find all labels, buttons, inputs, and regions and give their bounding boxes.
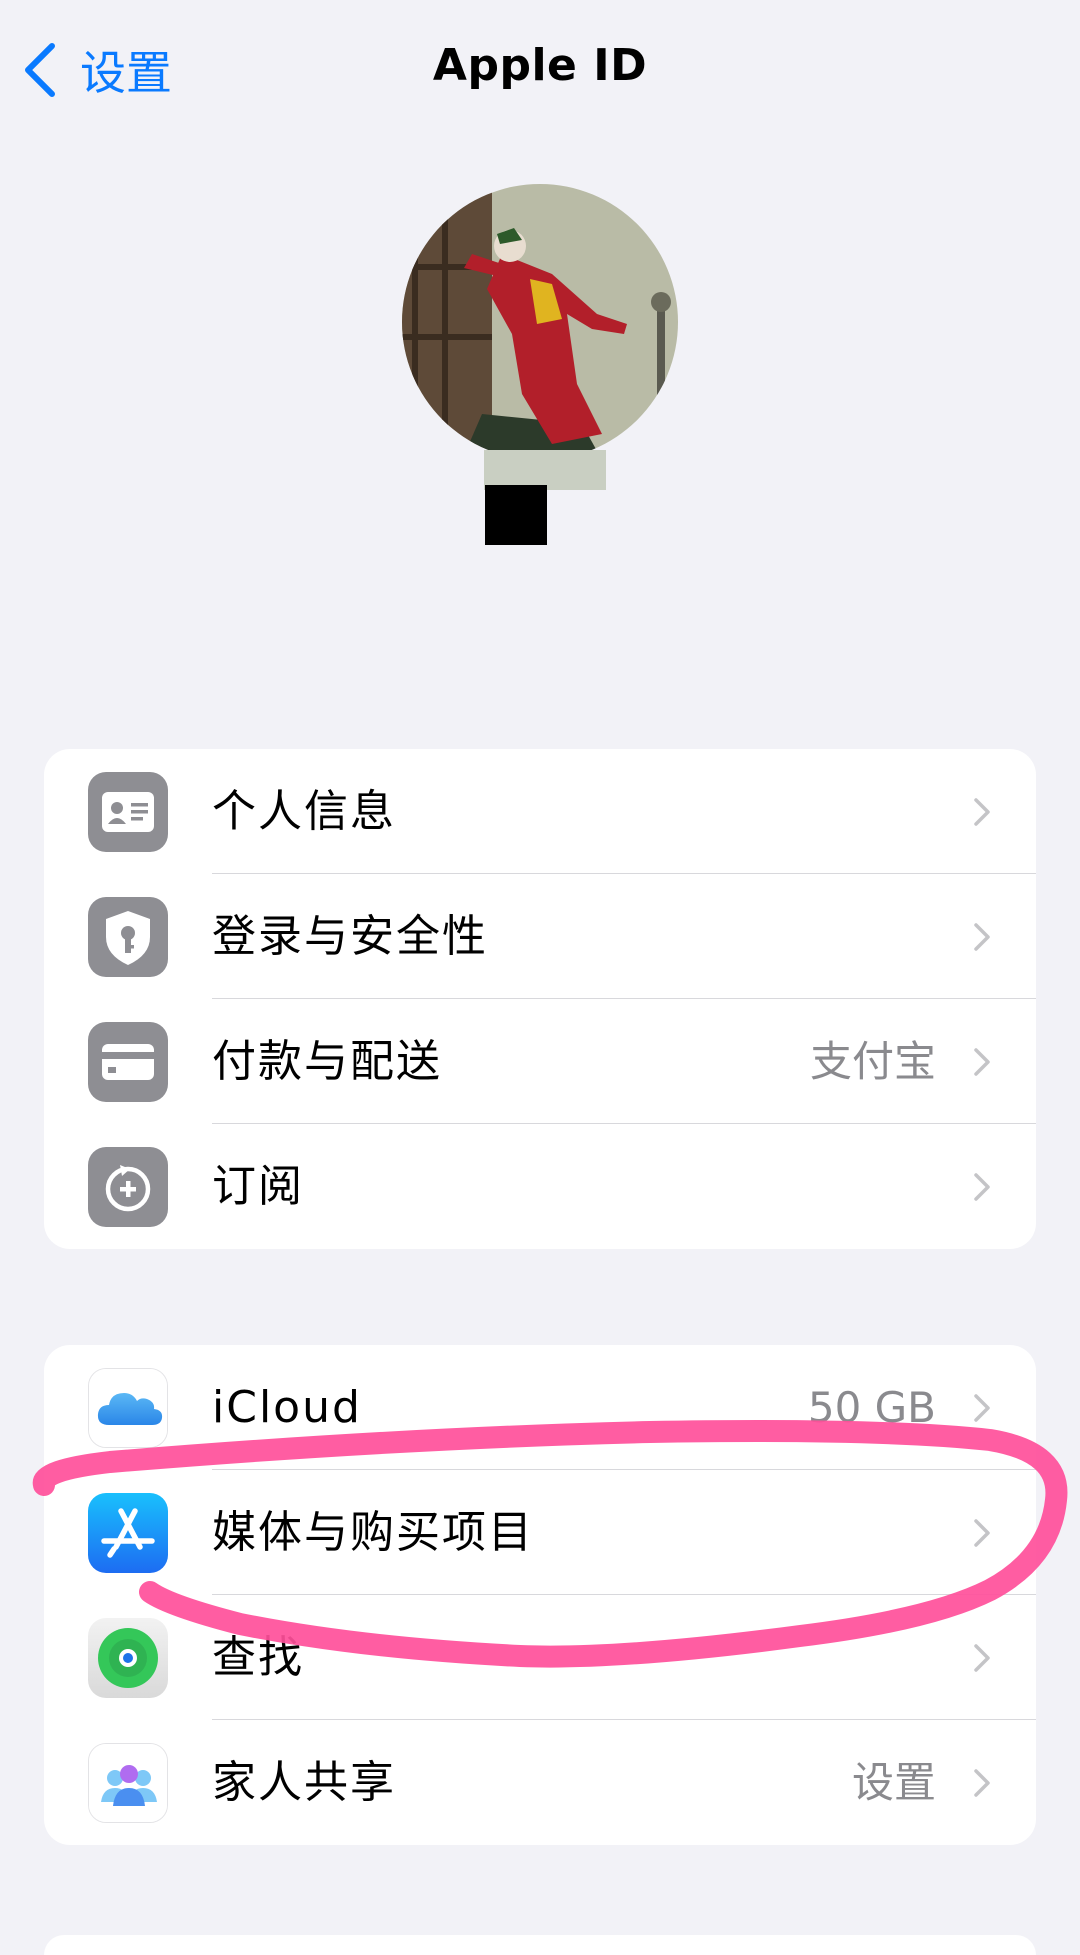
app-store-icon [88, 1493, 168, 1573]
profile-header [0, 180, 1080, 600]
chevron-right-icon [974, 1394, 990, 1422]
chevron-right-icon [974, 923, 990, 951]
row-label: 媒体与购买项目 [212, 1507, 534, 1558]
row-personal-info[interactable]: 个人信息 [44, 749, 1036, 874]
shield-key-icon [88, 897, 168, 977]
redaction-block [484, 450, 606, 490]
row-value: 50 GB [807, 1383, 936, 1432]
row-value: 支付宝 [809, 1037, 936, 1086]
icloud-icon [88, 1368, 168, 1448]
row-value: 设置 [851, 1758, 936, 1807]
row-label: iCloud [212, 1382, 362, 1433]
row-find-my[interactable]: 查找 [44, 1595, 1036, 1720]
services-group: iCloud 50 GB 媒体与购买项目 查找 家人共享 设置 [44, 1345, 1036, 1845]
row-subscriptions[interactable]: 订阅 [44, 1124, 1036, 1249]
row-payment-shipping[interactable]: 付款与配送 支付宝 [44, 999, 1036, 1124]
chevron-right-icon [974, 1173, 990, 1201]
row-label: 付款与配送 [212, 1036, 442, 1087]
chevron-right-icon [974, 1519, 990, 1547]
navigation-bar: 设置 Apple ID [0, 0, 1080, 140]
row-media-purchases[interactable]: 媒体与购买项目 [44, 1470, 1036, 1595]
row-label: 查找 [212, 1632, 304, 1683]
row-label: 家人共享 [212, 1757, 396, 1808]
redaction-block-dark [485, 485, 547, 545]
row-sign-in-security[interactable]: 登录与安全性 [44, 874, 1036, 999]
contact-card-icon [88, 772, 168, 852]
row-icloud[interactable]: iCloud 50 GB [44, 1345, 1036, 1470]
family-sharing-icon [88, 1743, 168, 1823]
page-title: Apple ID [432, 40, 648, 91]
chevron-right-icon [974, 1769, 990, 1797]
row-label: 个人信息 [212, 786, 396, 837]
chevron-right-icon [974, 1644, 990, 1672]
find-my-icon [88, 1618, 168, 1698]
account-settings-group: 个人信息 登录与安全性 付款与配送 支付宝 订阅 [44, 749, 1036, 1249]
avatar[interactable] [402, 184, 678, 460]
subscription-icon [88, 1147, 168, 1227]
row-label: 登录与安全性 [212, 911, 488, 962]
row-family-sharing[interactable]: 家人共享 设置 [44, 1720, 1036, 1845]
next-group-edge [44, 1935, 1036, 1955]
row-label: 订阅 [212, 1161, 304, 1212]
credit-card-icon [88, 1022, 168, 1102]
chevron-right-icon [974, 1048, 990, 1076]
chevron-right-icon [974, 798, 990, 826]
